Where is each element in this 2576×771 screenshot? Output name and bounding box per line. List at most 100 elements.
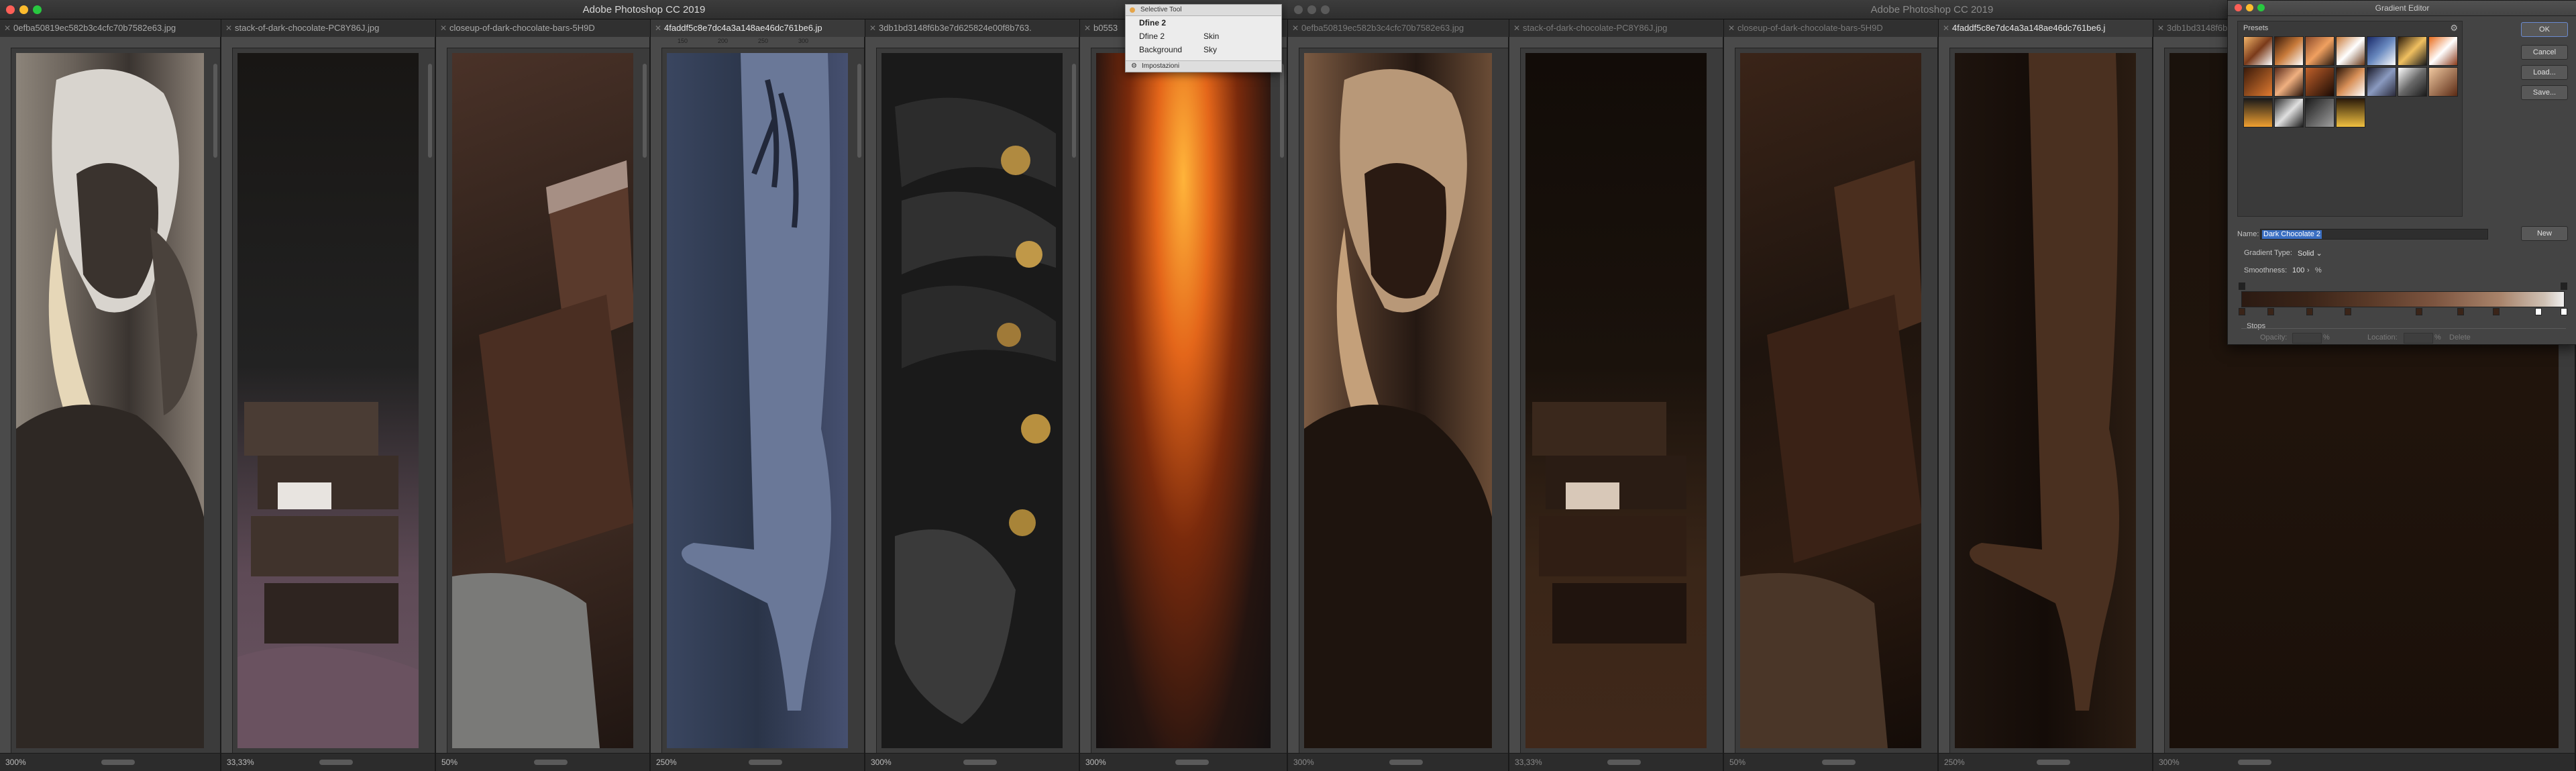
smoothness-input[interactable]: 100 (2292, 266, 2304, 274)
gradient-preset-swatch[interactable] (2305, 36, 2334, 66)
color-stop-marker[interactable] (2561, 308, 2567, 315)
opacity-stop-right[interactable] (2561, 282, 2567, 290)
gradient-preset-swatch[interactable] (2398, 36, 2427, 66)
gradient-preset-swatch[interactable] (2367, 67, 2396, 97)
horizontal-scrollbar[interactable] (1607, 760, 1642, 765)
horizontal-scrollbar[interactable] (319, 760, 354, 765)
new-button[interactable]: New (2521, 226, 2568, 241)
close-tab-icon[interactable]: ✕ (1292, 19, 1299, 37)
horizontal-scrollbar[interactable] (101, 760, 135, 765)
document-panel-1: 300% (1288, 37, 1509, 771)
tab-document-1[interactable]: ✕ 0efba50819ec582b3c4cfc70b7582e63.jpg (0, 19, 221, 37)
close-tab-icon[interactable]: ✕ (1084, 19, 1091, 37)
horizontal-scrollbar[interactable] (963, 760, 998, 765)
selective-tool-item-3[interactable]: Background Sky (1126, 43, 1281, 56)
load-button[interactable]: Load... (2521, 65, 2568, 80)
gradient-preset-swatch[interactable] (2274, 36, 2304, 66)
close-tab-icon[interactable]: ✕ (1513, 19, 1520, 37)
horizontal-scrollbar[interactable] (2237, 760, 2271, 765)
tab-document-4[interactable]: ✕ 4faddf5c8e7dc4a3a148ae46dc761be6.j (1939, 19, 2153, 37)
color-stop-marker[interactable] (2239, 308, 2245, 315)
tab-document-2[interactable]: ✕ stack-of-dark-chocolate-PC8Y86J.jpg (221, 19, 436, 37)
tab-document-4[interactable]: ✕ 4faddf5c8e7dc4a3a148ae46dc761be6.jp (651, 19, 865, 37)
gradient-preset-swatch[interactable] (2336, 98, 2365, 127)
close-tab-icon[interactable]: ✕ (869, 19, 876, 37)
color-stop-marker[interactable] (2457, 308, 2465, 315)
gradient-preset-swatch[interactable] (2305, 67, 2334, 97)
close-tab-icon[interactable]: ✕ (1943, 19, 1949, 37)
opacity-stop-left[interactable] (2239, 282, 2245, 290)
horizontal-scrollbar[interactable] (2037, 760, 2071, 765)
zoom-level[interactable]: 300% (1293, 758, 1314, 767)
close-tab-icon[interactable]: ✕ (1728, 19, 1735, 37)
vertical-scrollbar[interactable] (857, 64, 861, 158)
color-stop-marker[interactable] (2306, 308, 2313, 315)
minimize-dialog-icon[interactable] (2246, 4, 2253, 11)
selective-tool-item-1[interactable]: Dfine 2 (1126, 16, 1281, 30)
close-tab-icon[interactable]: ✕ (440, 19, 447, 37)
status-bar: 300% (2153, 753, 2575, 771)
tab-document-5[interactable]: ✕ 3db1bd3148f6b3e7d625824e00f8b763. (865, 19, 1080, 37)
color-stop-marker[interactable] (2534, 308, 2542, 315)
zoom-level[interactable]: 300% (5, 758, 26, 767)
gradient-preset-swatch[interactable] (2274, 98, 2304, 127)
zoom-level[interactable]: 33,33% (227, 758, 254, 767)
zoom-level[interactable]: 300% (871, 758, 892, 767)
zoom-level[interactable]: 300% (1085, 758, 1106, 767)
gradient-preset-swatch[interactable] (2243, 67, 2273, 97)
color-stop-marker[interactable] (2267, 308, 2275, 315)
location-field[interactable] (2404, 333, 2433, 344)
horizontal-scrollbar[interactable] (1822, 760, 1856, 765)
selective-tool-settings[interactable]: ⚙ Impostazioni (1126, 60, 1281, 72)
vertical-scrollbar[interactable] (1280, 64, 1284, 158)
vertical-scrollbar[interactable] (643, 64, 647, 158)
zoom-level[interactable]: 250% (656, 758, 677, 767)
horizontal-scrollbar[interactable] (1389, 760, 1423, 765)
zoom-level[interactable]: 33,33% (1515, 758, 1542, 767)
horizontal-scrollbar[interactable] (1175, 760, 1209, 765)
gradient-preset-swatch[interactable] (2428, 67, 2458, 97)
zoom-level[interactable]: 50% (441, 758, 458, 767)
tab-document-3[interactable]: ✕ closeup-of-dark-chocolate-bars-5H9D (1724, 19, 1939, 37)
chevron-right-icon[interactable]: › (2307, 266, 2310, 274)
gradient-name-input[interactable]: Dark Chocolate 2 (2260, 229, 2488, 240)
tab-document-2[interactable]: ✕ stack-of-dark-chocolate-PC8Y86J.jpg (1509, 19, 1724, 37)
zoom-level[interactable]: 250% (1944, 758, 1965, 767)
presets-gear-icon[interactable]: ⚙ (2450, 23, 2458, 34)
maximize-dialog-icon[interactable] (2257, 4, 2265, 11)
save-button[interactable]: Save... (2521, 85, 2568, 100)
gradient-preset-swatch[interactable] (2243, 98, 2273, 127)
opacity-field[interactable] (2292, 333, 2322, 344)
horizontal-scrollbar[interactable] (749, 760, 783, 765)
close-tab-icon[interactable]: ✕ (2157, 19, 2164, 37)
vertical-scrollbar[interactable] (1072, 64, 1076, 158)
gradient-preset-swatch[interactable] (2243, 36, 2273, 66)
close-tab-icon[interactable]: ✕ (4, 19, 11, 37)
gradient-preset-swatch[interactable] (2305, 98, 2334, 127)
gradient-type-select[interactable]: Solid ⌄ (2298, 249, 2322, 258)
tab-document-1[interactable]: ✕ 0efba50819ec582b3c4cfc70b7582e63.jpg (1288, 19, 1509, 37)
selective-tool-item-2[interactable]: Dfine 2 Skin (1126, 30, 1281, 43)
gradient-preset-swatch[interactable] (2336, 67, 2365, 97)
color-stop-marker[interactable] (2493, 308, 2500, 315)
gradient-preview-bar[interactable] (2241, 291, 2565, 307)
color-stop-marker[interactable] (2416, 308, 2422, 315)
close-tab-icon[interactable]: ✕ (655, 19, 661, 37)
vertical-scrollbar[interactable] (213, 64, 217, 158)
ok-button[interactable]: OK (2521, 22, 2568, 37)
gradient-preset-swatch[interactable] (2428, 36, 2458, 66)
close-tab-icon[interactable]: ✕ (225, 19, 232, 37)
delete-button[interactable]: Delete (2449, 333, 2471, 342)
close-dialog-icon[interactable] (2235, 4, 2242, 11)
cancel-button[interactable]: Cancel (2521, 45, 2568, 60)
gradient-preset-swatch[interactable] (2367, 36, 2396, 66)
vertical-scrollbar[interactable] (428, 64, 432, 158)
horizontal-scrollbar[interactable] (534, 760, 568, 765)
gradient-preset-swatch[interactable] (2398, 67, 2427, 97)
tab-document-3[interactable]: ✕ closeup-of-dark-chocolate-bars-5H9D (436, 19, 651, 37)
zoom-level[interactable]: 300% (2159, 758, 2180, 767)
zoom-level[interactable]: 50% (1729, 758, 1746, 767)
color-stop-marker[interactable] (2345, 308, 2352, 315)
gradient-preset-swatch[interactable] (2336, 36, 2365, 66)
gradient-preset-swatch[interactable] (2274, 67, 2304, 97)
